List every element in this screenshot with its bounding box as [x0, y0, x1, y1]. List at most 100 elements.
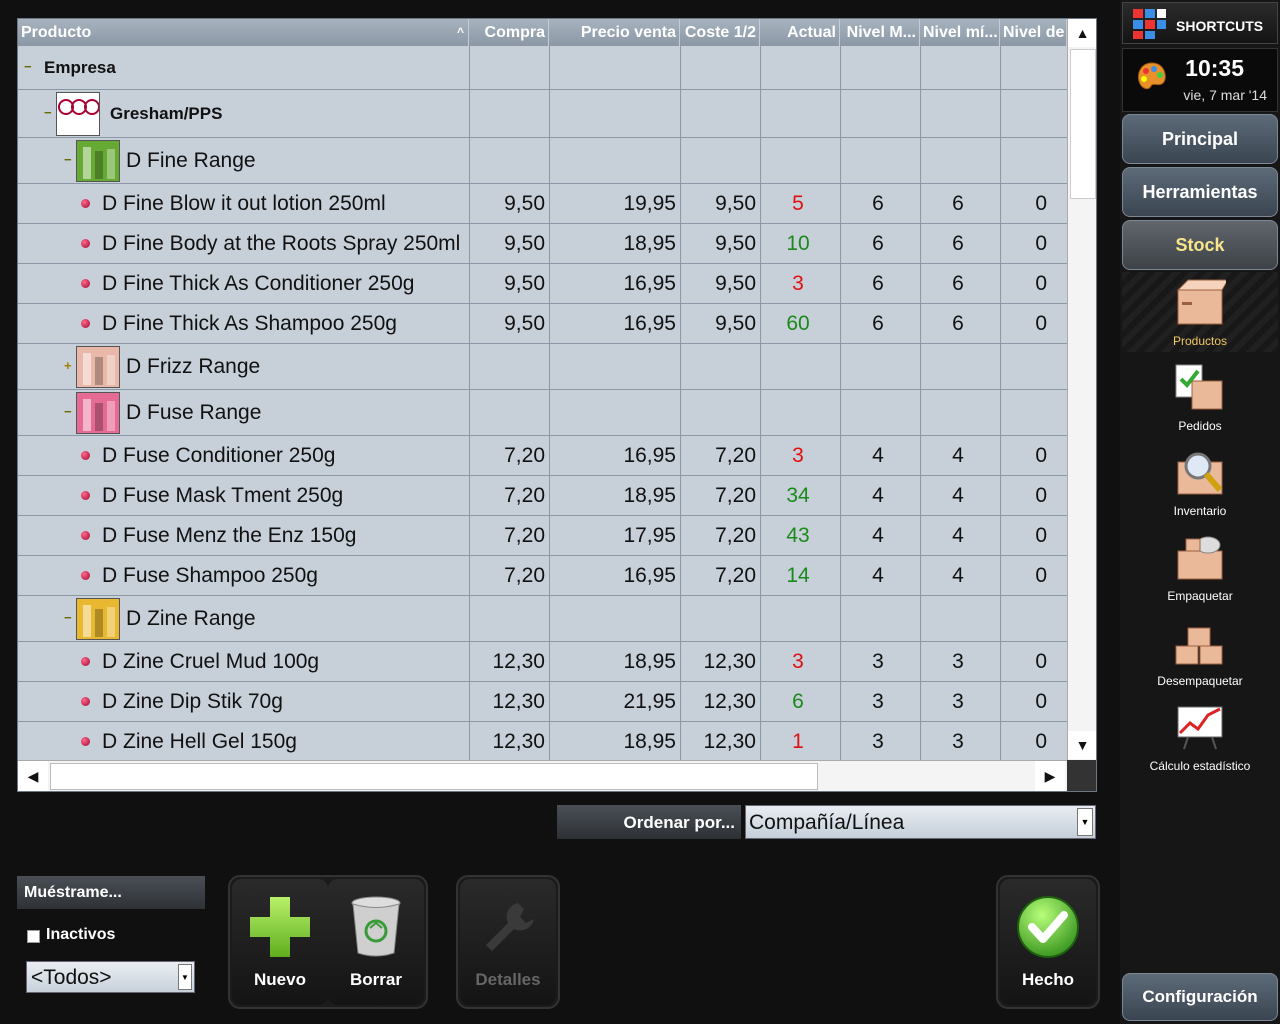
expand-icon[interactable]: +: [64, 359, 73, 372]
table-row[interactable]: D Fuse Shampoo 250g 7,20 16,95 7,20 14 4 4 0: [18, 556, 1067, 596]
column-header-1[interactable]: Compra: [469, 19, 549, 46]
product-name: D Zine Hell Gel 150g: [102, 729, 297, 753]
shortcut-box[interactable]: Productos: [1122, 272, 1278, 352]
cell-compra: 7,20: [504, 443, 545, 467]
scroll-right-arrow-icon[interactable]: ▶: [1035, 761, 1065, 791]
grid-body: − Empresa − Gresham/PPS − D Fine Range D Fine …: [18, 46, 1067, 760]
cell-nivel_de: 0: [1035, 191, 1047, 215]
delete-button[interactable]: Borrar: [328, 879, 424, 1005]
dropdown-arrow-icon[interactable]: ▼: [178, 964, 192, 990]
collapse-icon[interactable]: −: [64, 405, 73, 418]
vertical-scrollbar[interactable]: ▲ ▼: [1067, 19, 1096, 760]
dropdown-arrow-icon[interactable]: ▼: [1077, 808, 1093, 836]
group-row[interactable]: − D Fine Range: [18, 138, 1067, 184]
cell-nivel_max: 3: [872, 689, 884, 713]
cell-divider: [680, 90, 681, 137]
new-button[interactable]: Nuevo: [232, 879, 328, 1005]
filter-select[interactable]: <Todos> ▼: [26, 961, 195, 993]
scroll-left-arrow-icon[interactable]: ◀: [18, 761, 48, 791]
table-row[interactable]: D Zine Dip Stik 70g 12,30 21,95 12,30 6 3 3 0: [18, 682, 1067, 722]
shortcut-stats[interactable]: Cálculo estadístico: [1122, 697, 1278, 777]
configuration-button[interactable]: Configuración: [1122, 973, 1278, 1021]
cell-divider: [840, 344, 841, 389]
column-header-3[interactable]: Coste 1/2: [680, 19, 760, 46]
product-name: D Fine Body at the Roots Spray 250ml: [102, 231, 461, 255]
cell-divider: [680, 138, 681, 183]
cell-coste: 9,50: [715, 231, 756, 255]
column-header-0[interactable]: Producto ^: [18, 19, 469, 46]
cell-actual: 14: [786, 563, 810, 587]
collapse-icon[interactable]: −: [24, 60, 33, 73]
cell-divider: [680, 46, 681, 89]
column-header-2[interactable]: Precio venta: [549, 19, 680, 46]
clock-date: vie, 7 mar '14: [1183, 87, 1267, 103]
shortcut-orders[interactable]: Pedidos: [1122, 357, 1278, 437]
group-row[interactable]: − Gresham/PPS: [18, 90, 1067, 138]
cell-nivel_max: 6: [872, 231, 884, 255]
details-button-group: Detalles: [456, 875, 560, 1009]
table-row[interactable]: D Fuse Mask Tment 250g 7,20 18,95 7,20 34 4 4 0: [18, 476, 1067, 516]
column-header-7[interactable]: Nivel de: [1000, 19, 1067, 46]
cell-nivel_min: 6: [952, 311, 964, 335]
table-row[interactable]: D Fine Thick As Conditioner 250g 9,50 16,9…: [18, 264, 1067, 304]
horizontal-scrollbar[interactable]: ◀ ▶: [18, 760, 1067, 791]
cell-divider: [680, 596, 681, 641]
collapse-icon[interactable]: −: [64, 611, 73, 624]
shortcut-pack[interactable]: Empaquetar: [1122, 527, 1278, 607]
done-button[interactable]: Hecho: [1000, 879, 1096, 1005]
table-row[interactable]: D Fine Blow it out lotion 250ml 9,50 19,95…: [18, 184, 1067, 224]
nav-herramientas[interactable]: Herramientas: [1122, 167, 1278, 217]
fine-range-thumbnail: [76, 140, 120, 182]
cell-nivel_max: 3: [872, 649, 884, 673]
shortcut-unpack[interactable]: Desempaquetar: [1122, 612, 1278, 692]
vertical-scroll-thumb[interactable]: [1070, 49, 1096, 199]
product-name: D Zine Cruel Mud 100g: [102, 649, 320, 673]
table-row[interactable]: D Fine Body at the Roots Spray 250ml 9,50…: [18, 224, 1067, 264]
shortcuts-button[interactable]: SHORTCUTS: [1122, 2, 1278, 44]
cell-venta: 16,95: [623, 311, 676, 335]
group-row[interactable]: − D Fuse Range: [18, 390, 1067, 436]
collapse-icon[interactable]: −: [64, 153, 73, 166]
cell-coste: 9,50: [715, 311, 756, 335]
shortcut-inventory[interactable]: Inventario: [1122, 442, 1278, 522]
cell-nivel_max: 6: [872, 311, 884, 335]
cell-actual: 3: [792, 443, 804, 467]
group-row[interactable]: − D Zine Range: [18, 596, 1067, 642]
group-row[interactable]: + D Frizz Range: [18, 344, 1067, 390]
horizontal-scroll-thumb[interactable]: [50, 763, 818, 790]
table-row[interactable]: D Zine Cruel Mud 100g 12,30 18,95 12,30 3 3 3 0: [18, 642, 1067, 682]
group-row[interactable]: − Empresa: [18, 46, 1067, 90]
table-row[interactable]: D Fine Thick As Shampoo 250g 9,50 16,95 9,5…: [18, 304, 1067, 344]
cell-divider: [760, 138, 761, 183]
collapse-icon[interactable]: −: [44, 106, 53, 119]
shortcut-label: Pedidos: [1178, 419, 1222, 433]
cell-nivel_de: 0: [1035, 271, 1047, 295]
product-name: D Fine Blow it out lotion 250ml: [102, 191, 386, 215]
scroll-up-arrow-icon[interactable]: ▲: [1068, 19, 1096, 47]
cell-nivel_de: 0: [1035, 523, 1047, 547]
table-row[interactable]: D Fuse Conditioner 250g 7,20 16,95 7,20 3 4 4 0: [18, 436, 1067, 476]
inactive-checkbox[interactable]: [27, 930, 40, 943]
scroll-down-arrow-icon[interactable]: ▼: [1068, 731, 1096, 759]
cell-nivel_max: 4: [872, 483, 884, 507]
pps-logo-thumbnail: [56, 92, 100, 136]
column-header-4[interactable]: Actual: [760, 19, 840, 46]
column-header-5[interactable]: Nivel M...: [840, 19, 920, 46]
details-button[interactable]: Detalles: [460, 879, 556, 1005]
item-bullet-icon: [81, 279, 90, 288]
column-header-6[interactable]: Nivel mí...: [920, 19, 1000, 46]
show-me-title: Muéstrame...: [17, 876, 205, 909]
filter-value: <Todos>: [31, 966, 112, 989]
product-name: D Fine Thick As Conditioner 250g: [102, 271, 415, 295]
sort-by-select[interactable]: Compañía/Línea ▼: [745, 805, 1096, 839]
shortcut-label: Cálculo estadístico: [1149, 759, 1251, 773]
cell-divider: [1000, 138, 1001, 183]
cell-divider: [920, 344, 921, 389]
nav-stock[interactable]: Stock: [1122, 220, 1278, 270]
zine-range-thumbnail: [76, 598, 120, 640]
table-row[interactable]: D Fuse Menz the Enz 150g 7,20 17,95 7,20 43 4…: [18, 516, 1067, 556]
nav-principal[interactable]: Principal: [1122, 114, 1278, 164]
cell-divider: [469, 344, 470, 389]
cell-nivel_de: 0: [1035, 649, 1047, 673]
table-row[interactable]: D Zine Hell Gel 150g 12,30 18,95 12,30 1 3 3 0: [18, 722, 1067, 760]
